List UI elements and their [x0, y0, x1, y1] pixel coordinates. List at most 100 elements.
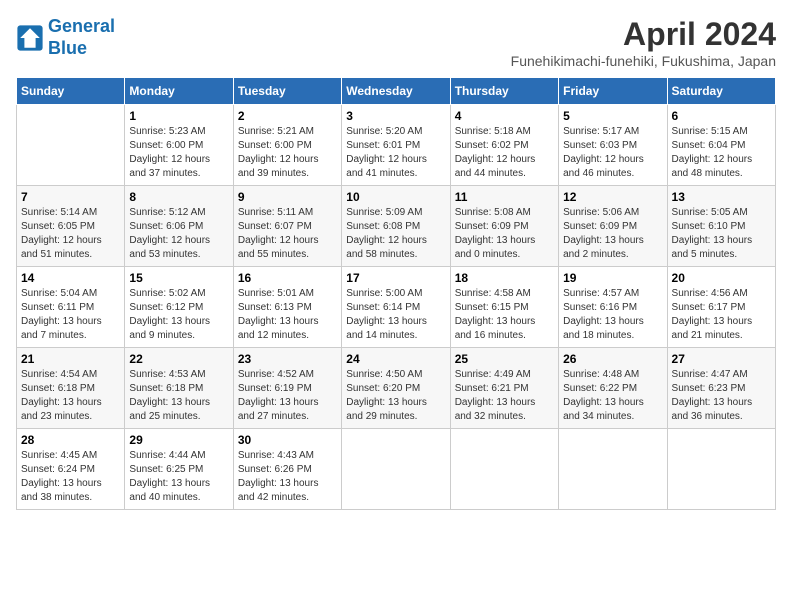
calendar-table: SundayMondayTuesdayWednesdayThursdayFrid…: [16, 77, 776, 510]
day-info: Sunrise: 5:12 AM Sunset: 6:06 PM Dayligh…: [129, 206, 228, 262]
day-cell: 7 Sunrise: 5:14 AM Sunset: 6:05 PM Daylig…: [17, 186, 125, 267]
day-info: Sunrise: 4:49 AM Sunset: 6:21 PM Dayligh…: [455, 368, 554, 424]
day-number: 2: [238, 109, 337, 123]
day-number: 17: [346, 271, 445, 285]
title-block: April 2024 Funehikimachi-funehiki, Fukus…: [511, 16, 776, 69]
day-info: Sunrise: 4:57 AM Sunset: 6:16 PM Dayligh…: [563, 287, 662, 343]
calendar-title: April 2024: [511, 16, 776, 53]
day-info: Sunrise: 5:06 AM Sunset: 6:09 PM Dayligh…: [563, 206, 662, 262]
day-number: 29: [129, 433, 228, 447]
day-number: 16: [238, 271, 337, 285]
week-row-5: 28Sunrise: 4:45 AM Sunset: 6:24 PM Dayli…: [17, 429, 776, 510]
calendar-body: 1Sunrise: 5:23 AM Sunset: 6:00 PM Daylig…: [17, 105, 776, 510]
day-cell: [342, 429, 450, 510]
day-cell: 30 Sunrise: 4:43 AM Sunset: 6:26 PM Dayli…: [233, 429, 341, 510]
day-info: Sunrise: 5:18 AM Sunset: 6:02 PM Dayligh…: [455, 125, 554, 181]
week-row-4: 21 Sunrise: 4:54 AM Sunset: 6:18 PM Dayli…: [17, 348, 776, 429]
day-cell: 15 Sunrise: 5:02 AM Sunset: 6:12 PM Dayli…: [125, 267, 233, 348]
day-info: Sunrise: 4:53 AM Sunset: 6:18 PM Dayligh…: [129, 368, 228, 424]
day-cell: 26Sunrise: 4:48 AM Sunset: 6:22 PM Dayli…: [559, 348, 667, 429]
day-cell: [667, 429, 775, 510]
day-cell: [450, 429, 558, 510]
day-info: Sunrise: 5:09 AM Sunset: 6:08 PM Dayligh…: [346, 206, 445, 262]
day-info: Sunrise: 5:01 AM Sunset: 6:13 PM Dayligh…: [238, 287, 337, 343]
day-number: 23: [238, 352, 337, 366]
day-info: Sunrise: 4:50 AM Sunset: 6:20 PM Dayligh…: [346, 368, 445, 424]
day-cell: 5 Sunrise: 5:17 AM Sunset: 6:03 PM Daylig…: [559, 105, 667, 186]
day-cell: 28Sunrise: 4:45 AM Sunset: 6:24 PM Dayli…: [17, 429, 125, 510]
calendar-subtitle: Funehikimachi-funehiki, Fukushima, Japan: [511, 53, 776, 69]
day-number: 7: [21, 190, 120, 204]
day-number: 25: [455, 352, 554, 366]
day-number: 20: [672, 271, 771, 285]
weekday-header-tuesday: Tuesday: [233, 78, 341, 105]
day-cell: 16 Sunrise: 5:01 AM Sunset: 6:13 PM Dayli…: [233, 267, 341, 348]
day-info: Sunrise: 5:02 AM Sunset: 6:12 PM Dayligh…: [129, 287, 228, 343]
day-number: 3: [346, 109, 445, 123]
day-info: Sunrise: 4:58 AM Sunset: 6:15 PM Dayligh…: [455, 287, 554, 343]
logo-line2: Blue: [48, 38, 87, 58]
day-info: Sunrise: 4:43 AM Sunset: 6:26 PM Dayligh…: [238, 449, 337, 505]
day-cell: 11 Sunrise: 5:08 AM Sunset: 6:09 PM Dayli…: [450, 186, 558, 267]
day-number: 13: [672, 190, 771, 204]
week-row-2: 7 Sunrise: 5:14 AM Sunset: 6:05 PM Daylig…: [17, 186, 776, 267]
day-cell: 25 Sunrise: 4:49 AM Sunset: 6:21 PM Dayli…: [450, 348, 558, 429]
weekday-header-thursday: Thursday: [450, 78, 558, 105]
calendar-header: SundayMondayTuesdayWednesdayThursdayFrid…: [17, 78, 776, 105]
day-number: 10: [346, 190, 445, 204]
day-cell: 2 Sunrise: 5:21 AM Sunset: 6:00 PM Daylig…: [233, 105, 341, 186]
day-info: Sunrise: 4:56 AM Sunset: 6:17 PM Dayligh…: [672, 287, 771, 343]
day-number: 18: [455, 271, 554, 285]
day-cell: 22 Sunrise: 4:53 AM Sunset: 6:18 PM Dayli…: [125, 348, 233, 429]
day-cell: 10 Sunrise: 5:09 AM Sunset: 6:08 PM Dayli…: [342, 186, 450, 267]
day-number: 5: [563, 109, 662, 123]
day-number: 6: [672, 109, 771, 123]
day-info: Sunrise: 4:52 AM Sunset: 6:19 PM Dayligh…: [238, 368, 337, 424]
day-info: Sunrise: 5:21 AM Sunset: 6:00 PM Dayligh…: [238, 125, 337, 181]
day-cell: 4Sunrise: 5:18 AM Sunset: 6:02 PM Daylig…: [450, 105, 558, 186]
day-number: 15: [129, 271, 228, 285]
day-info: Sunrise: 4:54 AM Sunset: 6:18 PM Dayligh…: [21, 368, 120, 424]
day-number: 27: [672, 352, 771, 366]
weekday-header-friday: Friday: [559, 78, 667, 105]
logo-icon: [16, 24, 44, 52]
day-info: Sunrise: 5:00 AM Sunset: 6:14 PM Dayligh…: [346, 287, 445, 343]
day-cell: 14Sunrise: 5:04 AM Sunset: 6:11 PM Dayli…: [17, 267, 125, 348]
day-info: Sunrise: 5:17 AM Sunset: 6:03 PM Dayligh…: [563, 125, 662, 181]
day-number: 30: [238, 433, 337, 447]
weekday-header-sunday: Sunday: [17, 78, 125, 105]
day-info: Sunrise: 5:05 AM Sunset: 6:10 PM Dayligh…: [672, 206, 771, 262]
day-cell: 18 Sunrise: 4:58 AM Sunset: 6:15 PM Dayli…: [450, 267, 558, 348]
page-header: General Blue April 2024 Funehikimachi-fu…: [16, 16, 776, 69]
day-number: 11: [455, 190, 554, 204]
day-info: Sunrise: 4:47 AM Sunset: 6:23 PM Dayligh…: [672, 368, 771, 424]
day-info: Sunrise: 5:20 AM Sunset: 6:01 PM Dayligh…: [346, 125, 445, 181]
day-number: 22: [129, 352, 228, 366]
day-info: Sunrise: 5:23 AM Sunset: 6:00 PM Dayligh…: [129, 125, 228, 181]
day-info: Sunrise: 5:14 AM Sunset: 6:05 PM Dayligh…: [21, 206, 120, 262]
day-number: 28: [21, 433, 120, 447]
day-cell: 13 Sunrise: 5:05 AM Sunset: 6:10 PM Dayli…: [667, 186, 775, 267]
weekday-header-saturday: Saturday: [667, 78, 775, 105]
day-info: Sunrise: 5:15 AM Sunset: 6:04 PM Dayligh…: [672, 125, 771, 181]
day-cell: 1Sunrise: 5:23 AM Sunset: 6:00 PM Daylig…: [125, 105, 233, 186]
day-number: 19: [563, 271, 662, 285]
day-cell: 19 Sunrise: 4:57 AM Sunset: 6:16 PM Dayli…: [559, 267, 667, 348]
weekday-header-row: SundayMondayTuesdayWednesdayThursdayFrid…: [17, 78, 776, 105]
day-number: 21: [21, 352, 120, 366]
day-cell: 9Sunrise: 5:11 AM Sunset: 6:07 PM Daylig…: [233, 186, 341, 267]
day-cell: [559, 429, 667, 510]
day-cell: 17 Sunrise: 5:00 AM Sunset: 6:14 PM Dayli…: [342, 267, 450, 348]
day-cell: 21 Sunrise: 4:54 AM Sunset: 6:18 PM Dayli…: [17, 348, 125, 429]
day-cell: 3 Sunrise: 5:20 AM Sunset: 6:01 PM Daylig…: [342, 105, 450, 186]
day-cell: 12Sunrise: 5:06 AM Sunset: 6:09 PM Dayli…: [559, 186, 667, 267]
day-number: 24: [346, 352, 445, 366]
logo-text: General Blue: [48, 16, 115, 59]
day-info: Sunrise: 5:08 AM Sunset: 6:09 PM Dayligh…: [455, 206, 554, 262]
day-info: Sunrise: 4:44 AM Sunset: 6:25 PM Dayligh…: [129, 449, 228, 505]
logo: General Blue: [16, 16, 115, 59]
day-cell: 24 Sunrise: 4:50 AM Sunset: 6:20 PM Dayli…: [342, 348, 450, 429]
day-cell: 23 Sunrise: 4:52 AM Sunset: 6:19 PM Dayli…: [233, 348, 341, 429]
day-cell: 27 Sunrise: 4:47 AM Sunset: 6:23 PM Dayli…: [667, 348, 775, 429]
day-number: 26: [563, 352, 662, 366]
